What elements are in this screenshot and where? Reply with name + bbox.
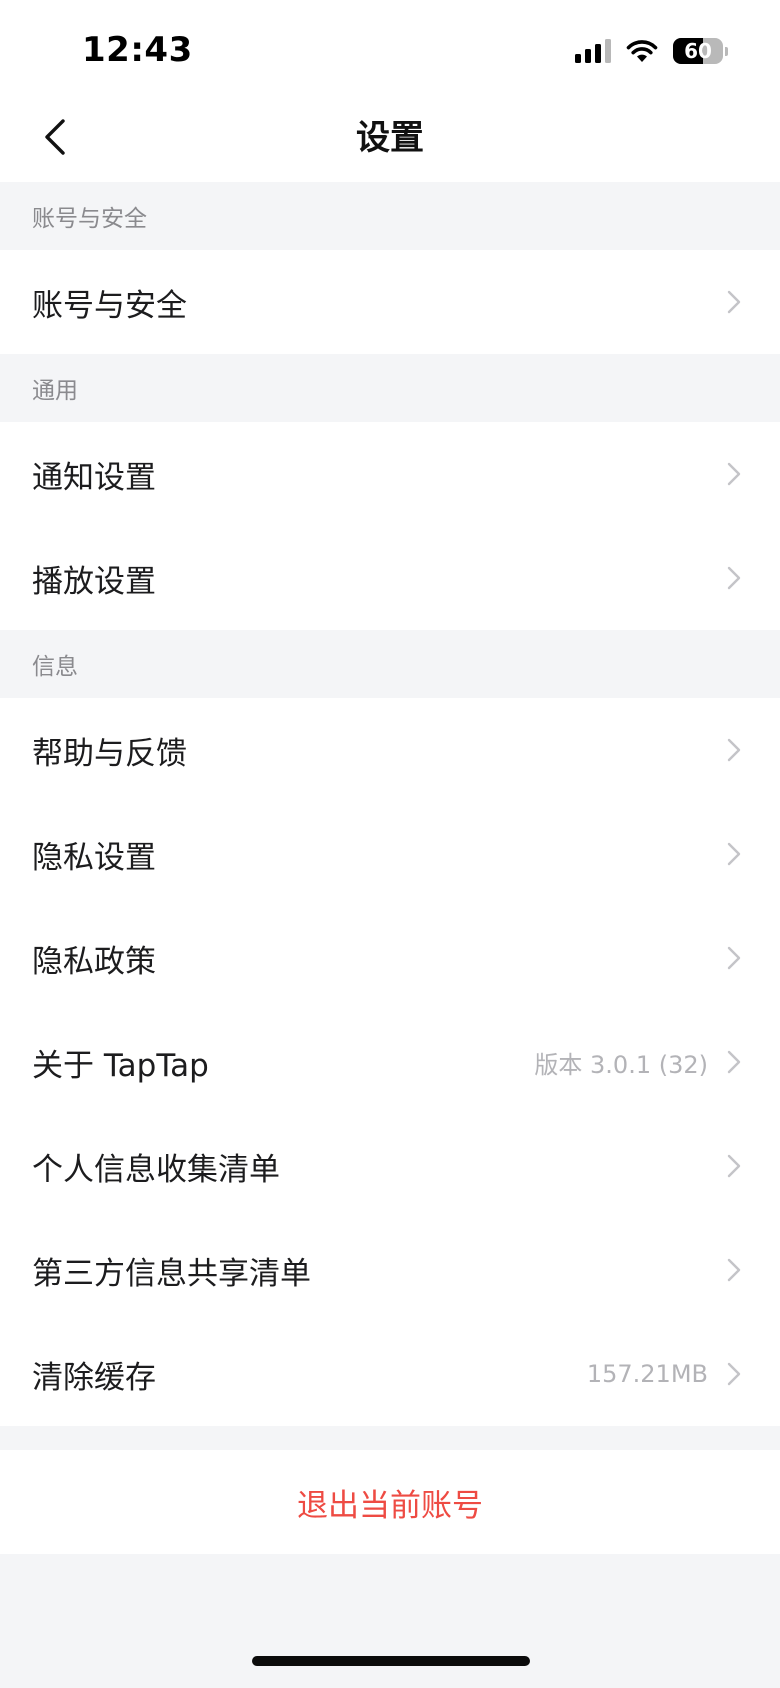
chevron-right-icon [727,566,741,590]
chevron-right-icon [727,1258,741,1282]
section-group-general: 通知设置 播放设置 [0,422,780,630]
section-header-general: 通用 [32,378,78,404]
status-bar: 12:43 60 [0,0,780,100]
chevron-right-icon [727,1154,741,1178]
row-label: 隐私政策 [32,943,156,980]
header-area: 12:43 60 设置 [0,0,780,182]
settings-row-privacy-settings[interactable]: 隐私设置 [0,802,780,906]
chevron-right-icon [727,290,741,314]
status-icons: 60 [575,36,728,66]
version-value: 版本 3.0.1 (32) [534,1050,708,1079]
chevron-right-icon [727,842,741,866]
settings-row-third-party-sharing[interactable]: 第三方信息共享清单 [0,1218,780,1322]
settings-row-about[interactable]: 关于 TapTap 版本 3.0.1 (32) [0,1010,780,1114]
status-time: 12:43 [82,30,193,70]
chevron-right-icon [727,1362,741,1386]
page-title: 设置 [356,118,424,158]
section-header-info: 信息 [32,654,78,680]
row-label: 帮助与反馈 [32,735,187,772]
cellular-signal-icon [575,39,611,63]
row-label: 清除缓存 [32,1359,156,1396]
chevron-right-icon [727,462,741,486]
settings-row-notifications[interactable]: 通知设置 [0,422,780,526]
settings-screen: 12:43 60 设置 账号与安全 账号与安全 通用 通知设置 播放设置 信息 … [0,0,780,1688]
logout-label: 退出当前账号 [297,1487,483,1524]
settings-list: 账号与安全 账号与安全 通用 通知设置 播放设置 信息 帮助与反馈 隐私设置 隐… [0,182,780,1554]
chevron-right-icon [727,738,741,762]
cache-size-value: 157.21MB [586,1360,708,1388]
row-label: 账号与安全 [32,287,187,324]
row-label: 隐私设置 [32,839,156,876]
battery-tip [725,46,728,56]
navigation-bar: 设置 [0,100,780,182]
chevron-right-icon [727,1050,741,1074]
battery-icon: 60 [673,38,723,64]
section-group-info: 帮助与反馈 隐私设置 隐私政策 关于 TapTap 版本 3.0.1 (32) … [0,698,780,1426]
row-label: 个人信息收集清单 [32,1151,280,1188]
row-label: 关于 TapTap [32,1047,209,1084]
chevron-right-icon [727,946,741,970]
logout-button[interactable]: 退出当前账号 [0,1450,780,1554]
home-indicator [252,1656,530,1666]
settings-row-clear-cache[interactable]: 清除缓存 157.21MB [0,1322,780,1426]
row-label: 第三方信息共享清单 [32,1255,311,1292]
battery-level: 60 [684,39,712,63]
settings-row-account-security[interactable]: 账号与安全 [0,250,780,354]
section-group-account: 账号与安全 [0,250,780,354]
row-label: 播放设置 [32,563,156,600]
row-label: 通知设置 [32,459,156,496]
settings-row-personal-info-list[interactable]: 个人信息收集清单 [0,1114,780,1218]
settings-row-help-feedback[interactable]: 帮助与反馈 [0,698,780,802]
settings-row-privacy-policy[interactable]: 隐私政策 [0,906,780,1010]
section-header-account: 账号与安全 [32,206,147,232]
wifi-icon [626,40,658,62]
settings-row-playback[interactable]: 播放设置 [0,526,780,630]
